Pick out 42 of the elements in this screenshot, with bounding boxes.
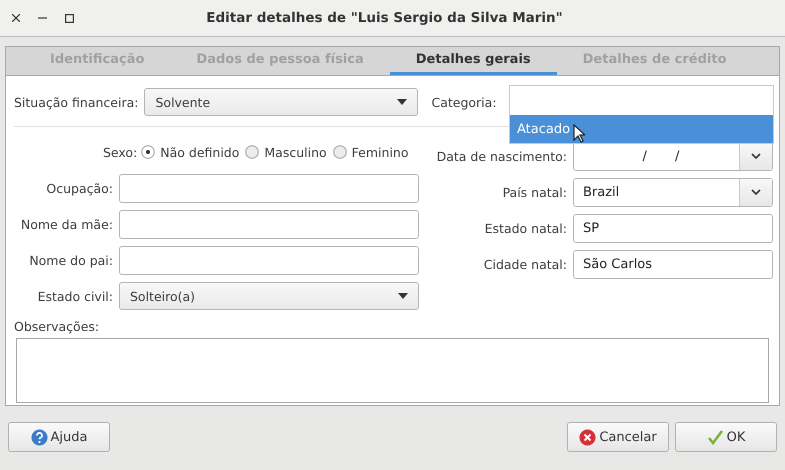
radio-button[interactable]	[332, 145, 347, 159]
cancel-icon	[579, 428, 596, 446]
field-label: Estado civil:	[36, 288, 113, 304]
radio-label: Não definido	[160, 144, 240, 160]
dropdown-arrow-icon	[398, 293, 408, 299]
field-label: Situação financeira:	[14, 94, 138, 110]
close-icon[interactable]	[12, 14, 20, 22]
chevron-down-icon	[751, 189, 761, 195]
minimize-icon[interactable]	[38, 17, 47, 19]
dropdown-arrow-icon	[397, 99, 408, 105]
help-icon	[30, 428, 48, 446]
text-field[interactable]: SP	[573, 214, 773, 242]
ok-button[interactable]: OK	[675, 422, 777, 452]
field-label: País natal:	[502, 184, 567, 200]
field-label: Cidade natal:	[482, 256, 567, 272]
date-field[interactable]: / /	[573, 142, 773, 170]
text-field[interactable]	[119, 174, 419, 202]
radio-label: Feminino	[352, 144, 408, 160]
text-field[interactable]: São Carlos	[573, 250, 773, 278]
radio-button[interactable]	[245, 145, 260, 159]
dropdown[interactable]: Solvente	[144, 88, 418, 116]
field-label: Categoria:	[431, 94, 497, 110]
field-label: Observações:	[14, 319, 100, 334]
checkmark-icon	[706, 428, 724, 446]
text-field[interactable]	[119, 246, 419, 274]
help-button[interactable]: Ajuda	[8, 422, 110, 452]
chevron-down-icon	[751, 153, 761, 159]
text-area[interactable]	[16, 338, 769, 403]
field-label: Nome da mãe:	[20, 216, 113, 232]
field-label: Estado natal:	[484, 220, 567, 236]
radio-button[interactable]	[141, 145, 156, 159]
dropdown[interactable]: Solteiro(a)	[119, 282, 419, 310]
cancel-button[interactable]: Cancelar	[567, 422, 669, 452]
maximize-icon[interactable]	[65, 14, 74, 22]
text-field[interactable]	[119, 210, 419, 238]
window-title: Editar detalhes de "Luis Sergio da Silva Marin"	[205, 10, 564, 26]
combo-box[interactable]: Brazil	[573, 178, 773, 206]
field-label: Data de nascimento:	[436, 148, 567, 164]
field-label: Ocupação:	[45, 180, 113, 196]
field-label: Nome do pai:	[28, 252, 113, 268]
radio-label: Masculino	[264, 144, 327, 160]
field-label: Sexo:	[103, 144, 138, 160]
